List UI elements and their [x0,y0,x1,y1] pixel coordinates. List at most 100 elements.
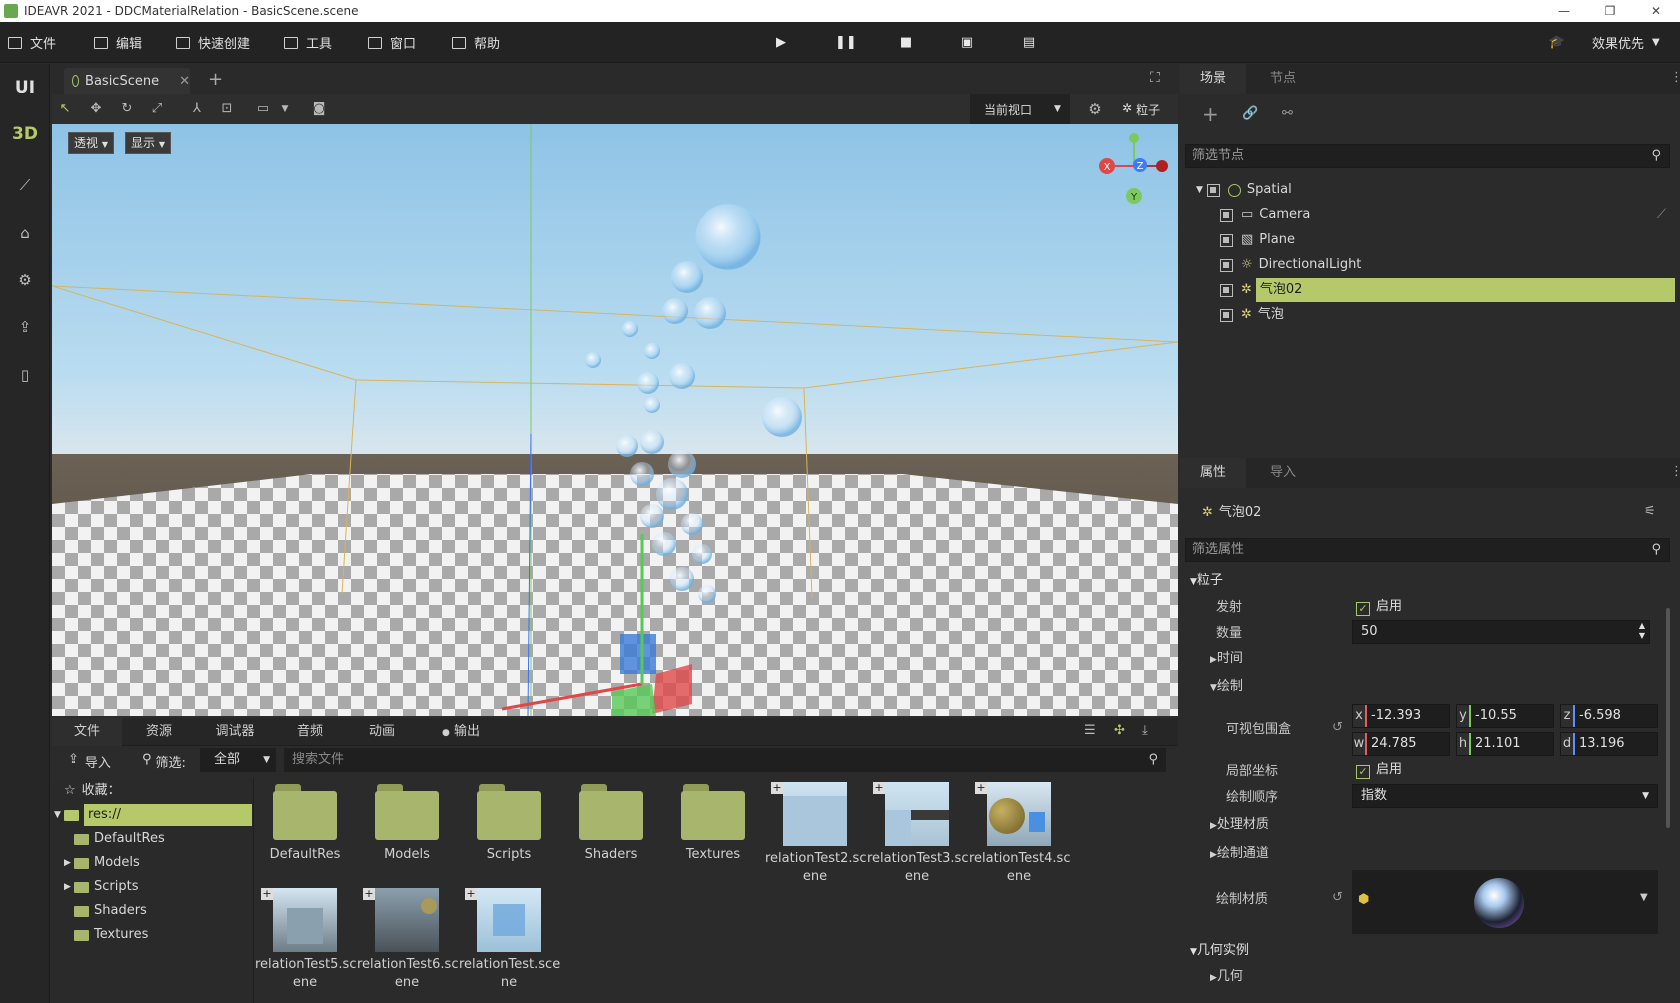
properties-scrollbar[interactable] [1666,608,1670,828]
link-icon[interactable]: 🔗 [1242,106,1258,121]
file-item[interactable]: + relationTest3.sc ene [867,778,968,886]
gear-icon[interactable]: ⚙ [1086,101,1104,117]
visibility-checkbox[interactable] [1220,308,1233,322]
chevron-down-icon[interactable]: ▼ [276,101,294,117]
node-bubble02[interactable]: ✲ 气泡02 [1220,278,1675,302]
amount-input[interactable]: 50 ▲ ▼ [1352,620,1650,644]
node-bubble[interactable]: ✲ 气泡 [1220,303,1284,327]
quality-mode-select[interactable]: 效果优先 ▼ [1592,22,1660,63]
export-icon[interactable]: ⇪ [12,318,38,340]
tab-import[interactable]: 导入 [1250,458,1316,488]
menu-window[interactable]: 窗口 [368,22,416,63]
filter-nodes-input[interactable]: 筛选节点 ⚲ [1185,144,1670,168]
section-time[interactable]: ▶时间 [1210,646,1243,672]
filter-select[interactable]: 全部 ▼ [200,748,276,772]
script-icon[interactable]: ⟋ [1657,203,1666,227]
expand-icon[interactable]: + [363,888,375,900]
select-tool-icon[interactable]: ↖ [56,101,74,117]
list-view-icon[interactable]: ☰ [1084,723,1096,738]
aabb-h-input[interactable]: h 21.101 [1456,732,1554,756]
graduation-cap-icon[interactable]: 🎓 [1548,34,1566,52]
file-item[interactable]: Shaders [561,778,661,864]
draw-material-slot[interactable]: ⬢ ▼ [1352,870,1658,934]
favorites-row[interactable]: ☆ 收藏： [64,780,121,802]
menu-edit[interactable]: 编辑 [94,22,142,63]
draw-order-select[interactable]: 指数 ▼ [1352,784,1658,808]
file-item[interactable]: Textures [663,778,763,864]
tab-output[interactable]: ● 输出 [426,718,496,746]
grid-icon[interactable]: ▭ [254,101,272,117]
play-custom-scene-icon[interactable]: ▤ [1020,34,1038,52]
reset-icon[interactable]: ↺ [1332,890,1343,905]
section-process-material[interactable]: ▶处理材质 [1210,812,1269,838]
add-tab-icon[interactable]: + [208,69,223,90]
stop-icon[interactable]: ■ [897,34,915,52]
restore-button[interactable]: ❐ [1590,0,1630,22]
file-item[interactable]: Models [357,778,457,864]
menu-help[interactable]: 帮助 [452,22,500,63]
expand-icon[interactable]: + [975,782,987,794]
aabb-z-input[interactable]: z -6.598 [1560,704,1658,728]
chevron-down-icon[interactable]: ▼ [1640,892,1648,903]
perspective-button[interactable]: 透视 ▼ [68,132,114,154]
tree-item-models[interactable]: ▶ Models [64,852,140,874]
tab-files[interactable]: 文件 [52,718,122,746]
3d-viewport[interactable]: X Z Y 透视 ▼ 显示 ▼ [52,124,1178,716]
visibility-checkbox[interactable] [1220,283,1233,297]
section-particles[interactable]: ▼粒子 [1190,568,1223,594]
grid-view-icon[interactable]: ✣ [1114,723,1125,738]
reset-icon[interactable]: ↺ [1332,720,1343,735]
tree-item-textures[interactable]: Textures [74,924,148,946]
view-select[interactable]: 当前视口 ▼ [970,94,1070,124]
filter-properties-input[interactable]: 筛选属性 ⚲ [1185,538,1670,562]
pivot-icon[interactable]: ⅄ [188,101,206,117]
file-item[interactable]: Scripts [459,778,559,864]
tab-scene[interactable]: 场景 [1180,64,1246,94]
tab-properties[interactable]: 属性 [1180,458,1246,488]
section-draw-passes[interactable]: ▶绘制通道 [1210,841,1269,867]
tab-animation[interactable]: 动画 [344,718,420,746]
aabb-x-input[interactable]: x -12.393 [1352,704,1450,728]
aabb-y-input[interactable]: y -10.55 [1456,704,1554,728]
add-node-icon[interactable]: + [1202,102,1219,126]
tree-item-res[interactable]: ▼ res:// [52,804,252,826]
section-geometry[interactable]: ▶几何 [1210,964,1243,990]
move-tool-icon[interactable]: ✥ [87,101,105,117]
emit-checkbox[interactable]: ✓ 启用 [1356,595,1402,616]
tab-resources[interactable]: 资源 [124,718,194,746]
aabb-w-input[interactable]: w 24.785 [1352,732,1450,756]
visibility-checkbox[interactable] [1220,258,1233,272]
tree-item-scripts[interactable]: ▶ Scripts [64,876,138,898]
expand-icon[interactable]: + [465,888,477,900]
ui-mode-button[interactable]: UI [12,78,38,100]
tree-item-shaders[interactable]: Shaders [74,900,147,922]
more-options-icon[interactable]: ⋮ [1670,464,1680,479]
camera-preview-icon[interactable]: ◙ [310,101,328,117]
path-tool-icon[interactable]: ⟋ [12,176,38,198]
section-geometry-instance[interactable]: ▼几何实例 [1190,938,1249,964]
menu-file[interactable]: 文件 [8,22,56,63]
3d-mode-button[interactable]: 3D [12,124,38,146]
play-scene-icon[interactable]: ▣ [958,34,976,52]
download-icon[interactable]: ⤓ [1142,723,1148,738]
close-tab-icon[interactable]: ✕ [179,74,190,89]
close-window-button[interactable]: ✕ [1636,0,1676,22]
file-item[interactable]: + relationTest5.sc ene [255,884,356,992]
menu-quick-create[interactable]: 快速创建 [176,22,250,63]
visibility-checkbox[interactable] [1206,183,1220,197]
pause-icon[interactable]: ❚❚ [835,34,857,52]
expand-icon[interactable]: + [873,782,885,794]
tab-audio[interactable]: 音频 [276,718,344,746]
snap-icon[interactable]: ⊡ [218,101,236,117]
aabb-d-input[interactable]: d 13.196 [1560,732,1658,756]
search-files-input[interactable]: 搜索文件 ⚲ [284,748,1166,772]
tab-debugger[interactable]: 调试器 [194,718,276,746]
store-icon[interactable]: ⌂ [12,224,38,246]
file-item[interactable]: + relationTest4.sc ene [969,778,1070,886]
file-item[interactable]: + relationTest.sce ne [459,884,560,992]
node-plane[interactable]: ▧ Plane [1220,228,1295,252]
settings-panel-icon[interactable]: ⚙ [12,271,38,293]
node-directional-light[interactable]: ☼ DirectionalLight [1220,253,1361,277]
minimize-button[interactable]: — [1544,0,1584,22]
fullscreen-icon[interactable]: ⛶ [1150,70,1160,86]
